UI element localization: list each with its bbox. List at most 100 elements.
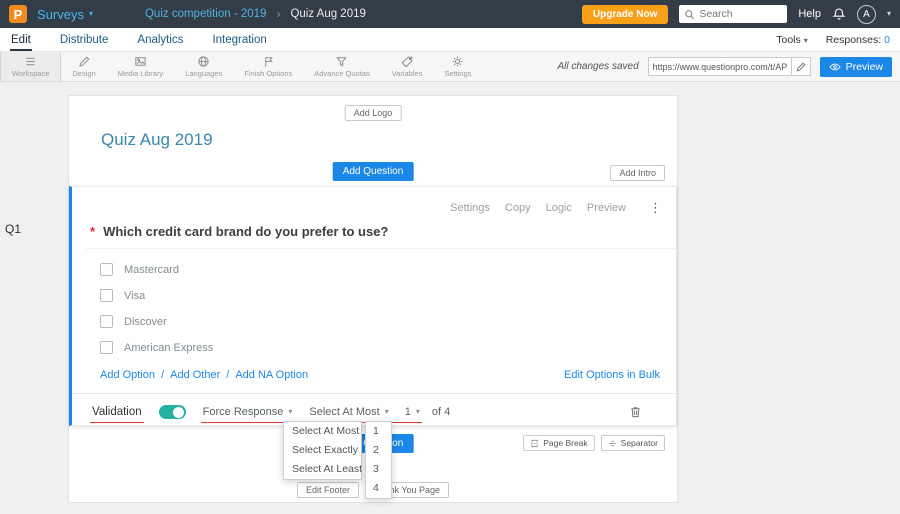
search-input[interactable] xyxy=(699,8,783,20)
survey-url-input[interactable] xyxy=(648,61,791,72)
menu-item-count-3[interactable]: 3 xyxy=(366,460,391,479)
option-label[interactable]: Visa xyxy=(124,290,145,302)
validation-toggle[interactable] xyxy=(158,405,186,419)
edit-url-pencil-icon[interactable] xyxy=(790,58,810,75)
required-asterisk-icon: * xyxy=(90,224,96,239)
add-option-link[interactable]: Add Option xyxy=(100,369,155,381)
selection-rule-group: Select At Most ▾ 1 ▾ xyxy=(307,406,423,423)
page-structure-buttons: Page Break Separator xyxy=(523,435,665,451)
question-preview-link[interactable]: Preview xyxy=(587,202,626,214)
toolbar-item-label: Finish Options xyxy=(244,69,293,78)
add-na-option-link[interactable]: Add NA Option xyxy=(235,369,308,381)
design-brush-icon xyxy=(78,55,91,68)
question-text[interactable]: Which credit card brand do you prefer to… xyxy=(103,224,388,239)
delete-question-trash-icon[interactable] xyxy=(629,405,642,419)
option-links-row: Add Option / Add Other / Add NA Option E… xyxy=(100,369,660,381)
breadcrumb-parent[interactable]: Quiz competition - 2019 xyxy=(145,8,266,20)
tools-menu[interactable]: Tools ▾ xyxy=(776,34,807,46)
menu-item-select-at-most[interactable]: Select At Most xyxy=(284,422,361,441)
search-icon xyxy=(684,9,695,20)
menu-item-select-exactly[interactable]: Select Exactly xyxy=(284,441,361,460)
chevron-down-icon[interactable]: ▾ xyxy=(887,10,891,18)
responses-count: 0 xyxy=(884,34,890,46)
breadcrumb-separator-icon: › xyxy=(276,7,281,21)
page-break-label: Page Break xyxy=(543,438,588,448)
tab-distribute[interactable]: Distribute xyxy=(59,30,110,51)
select-rule-dropdown[interactable]: Select At Most ▾ xyxy=(309,406,388,418)
select-rule-dropdown-menu: Select At Most Select Exactly Select At … xyxy=(283,421,362,480)
eye-icon xyxy=(829,63,841,70)
force-response-label: Force Response xyxy=(202,406,284,418)
toolbar-item-variables[interactable]: Variables xyxy=(381,52,434,81)
option-label[interactable]: American Express xyxy=(124,342,213,354)
toolbar-item-advance-quotas[interactable]: Advance Quotas xyxy=(303,52,380,81)
count-dropdown-menu: 1 2 3 4 xyxy=(365,421,392,499)
questionpro-logo[interactable]: P xyxy=(9,5,27,23)
separator-button[interactable]: Separator xyxy=(600,435,665,451)
topbar-right: Upgrade Now Help A ▾ xyxy=(581,4,891,24)
edit-options-in-bulk-link[interactable]: Edit Options in Bulk xyxy=(564,369,660,381)
answer-option-row: Visa xyxy=(100,289,145,302)
slash-separator: / xyxy=(226,369,230,381)
checkbox[interactable] xyxy=(100,263,113,276)
checkbox[interactable] xyxy=(100,315,113,328)
count-dropdown[interactable]: 1 ▾ xyxy=(405,406,420,418)
toolbar-item-languages[interactable]: Languages xyxy=(174,52,233,81)
help-link[interactable]: Help xyxy=(798,8,821,20)
survey-page-card: Add Logo Quiz Aug 2019 Add Question Add … xyxy=(68,95,678,503)
media-library-icon xyxy=(134,55,147,68)
autosave-status: All changes saved xyxy=(557,61,639,72)
edit-footer-button[interactable]: Edit Footer xyxy=(296,482,359,498)
option-label[interactable]: Discover xyxy=(124,316,167,328)
notifications-bell-icon[interactable] xyxy=(832,7,846,21)
toolbar-item-workspace[interactable]: Workspace xyxy=(0,52,62,81)
search-box[interactable] xyxy=(679,5,788,23)
topbar: P Surveys ▾ Quiz competition - 2019 › Qu… xyxy=(0,0,900,28)
question-copy-link[interactable]: Copy xyxy=(505,202,531,214)
survey-url-box xyxy=(647,57,811,76)
tab-analytics[interactable]: Analytics xyxy=(136,30,184,51)
add-question-button[interactable]: Add Question xyxy=(332,162,414,181)
upgrade-now-button[interactable]: Upgrade Now xyxy=(581,4,669,24)
languages-globe-icon xyxy=(197,55,210,68)
force-response-dropdown[interactable]: Force Response ▾ xyxy=(200,406,295,423)
chevron-down-icon: ▾ xyxy=(384,407,389,416)
add-intro-button[interactable]: Add Intro xyxy=(610,165,665,181)
checkbox[interactable] xyxy=(100,289,113,302)
surveys-menu-label: Surveys xyxy=(37,6,84,22)
chevron-down-icon: ▾ xyxy=(415,407,420,416)
avatar[interactable]: A xyxy=(856,4,876,24)
breadcrumb-current: Quiz Aug 2019 xyxy=(290,8,366,20)
toolbar-item-design[interactable]: Design xyxy=(61,52,106,81)
responses-counter[interactable]: Responses: 0 xyxy=(826,34,890,46)
toolbar-right: All changes saved Preview xyxy=(557,52,900,81)
menu-item-count-2[interactable]: 2 xyxy=(366,441,391,460)
survey-title[interactable]: Quiz Aug 2019 xyxy=(101,130,213,150)
tab-integration[interactable]: Integration xyxy=(211,30,267,51)
quotas-funnel-icon xyxy=(335,55,348,68)
menu-item-count-4[interactable]: 4 xyxy=(366,479,391,498)
menu-item-count-1[interactable]: 1 xyxy=(366,422,391,441)
toolbar-item-settings[interactable]: Settings xyxy=(433,52,482,81)
page-break-button[interactable]: Page Break xyxy=(523,435,595,451)
question-block: Settings Copy Logic Preview ⋮ * Which cr… xyxy=(69,186,677,426)
add-logo-button[interactable]: Add Logo xyxy=(344,105,402,121)
separator-icon xyxy=(608,440,616,446)
preview-button[interactable]: Preview xyxy=(819,56,892,77)
toolbar-item-finish-options[interactable]: Finish Options xyxy=(233,52,303,81)
workspace-icon xyxy=(24,55,37,68)
chevron-down-icon: ▾ xyxy=(88,9,93,18)
option-label[interactable]: Mastercard xyxy=(124,264,179,276)
surveys-menu[interactable]: Surveys ▾ xyxy=(37,7,93,22)
question-logic-link[interactable]: Logic xyxy=(546,202,572,214)
tab-edit[interactable]: Edit xyxy=(10,30,32,51)
checkbox[interactable] xyxy=(100,341,113,354)
question-more-menu-icon[interactable]: ⋮ xyxy=(649,200,662,216)
question-title-row: * Which credit card brand do you prefer … xyxy=(90,224,388,239)
toolbar-item-media-library[interactable]: Media Library xyxy=(107,52,174,81)
question-settings-link[interactable]: Settings xyxy=(450,202,490,214)
slash-separator: / xyxy=(161,369,165,381)
nav-right: Tools ▾ Responses: 0 xyxy=(776,34,890,51)
menu-item-select-at-least[interactable]: Select At Least xyxy=(284,460,362,479)
add-other-link[interactable]: Add Other xyxy=(170,369,220,381)
